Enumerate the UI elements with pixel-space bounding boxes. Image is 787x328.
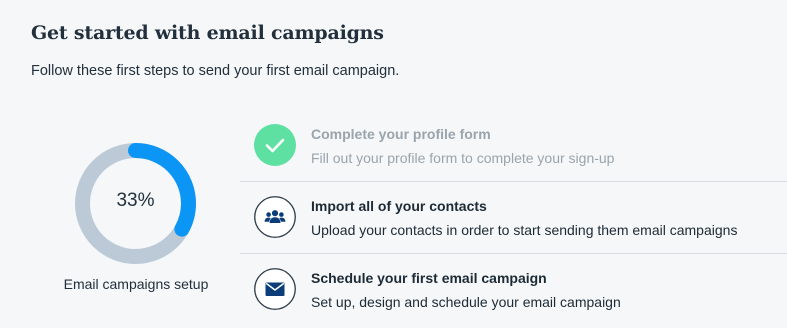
get-started-card: Get started with email campaigns Follow … bbox=[0, 0, 787, 328]
progress-label: Email campaigns setup bbox=[63, 276, 209, 292]
step-status-icon bbox=[254, 268, 296, 310]
step-schedule-campaign[interactable]: Schedule your first email campaign Set u… bbox=[240, 254, 787, 325]
card-title: Get started with email campaigns bbox=[31, 22, 384, 44]
progress-percentage: 33% bbox=[116, 190, 155, 211]
step-description: Upload your contacts in order to start s… bbox=[311, 222, 738, 238]
step-title: Complete your profile form bbox=[311, 126, 491, 142]
step-complete-profile[interactable]: Complete your profile form Fill out your… bbox=[240, 110, 787, 181]
contacts-group-icon bbox=[254, 196, 296, 238]
step-import-contacts[interactable]: Import all of your contacts Upload your … bbox=[240, 182, 787, 253]
card-subtitle: Follow these first steps to send your fi… bbox=[31, 63, 400, 79]
step-title: Schedule your first email campaign bbox=[311, 270, 547, 286]
step-status-icon bbox=[254, 196, 296, 238]
step-description: Fill out your profile form to complete y… bbox=[311, 150, 615, 166]
step-title: Import all of your contacts bbox=[311, 198, 487, 214]
step-status-icon bbox=[254, 124, 296, 166]
step-description: Set up, design and schedule your email c… bbox=[311, 294, 621, 310]
check-icon bbox=[254, 124, 296, 166]
envelope-icon bbox=[254, 268, 296, 310]
